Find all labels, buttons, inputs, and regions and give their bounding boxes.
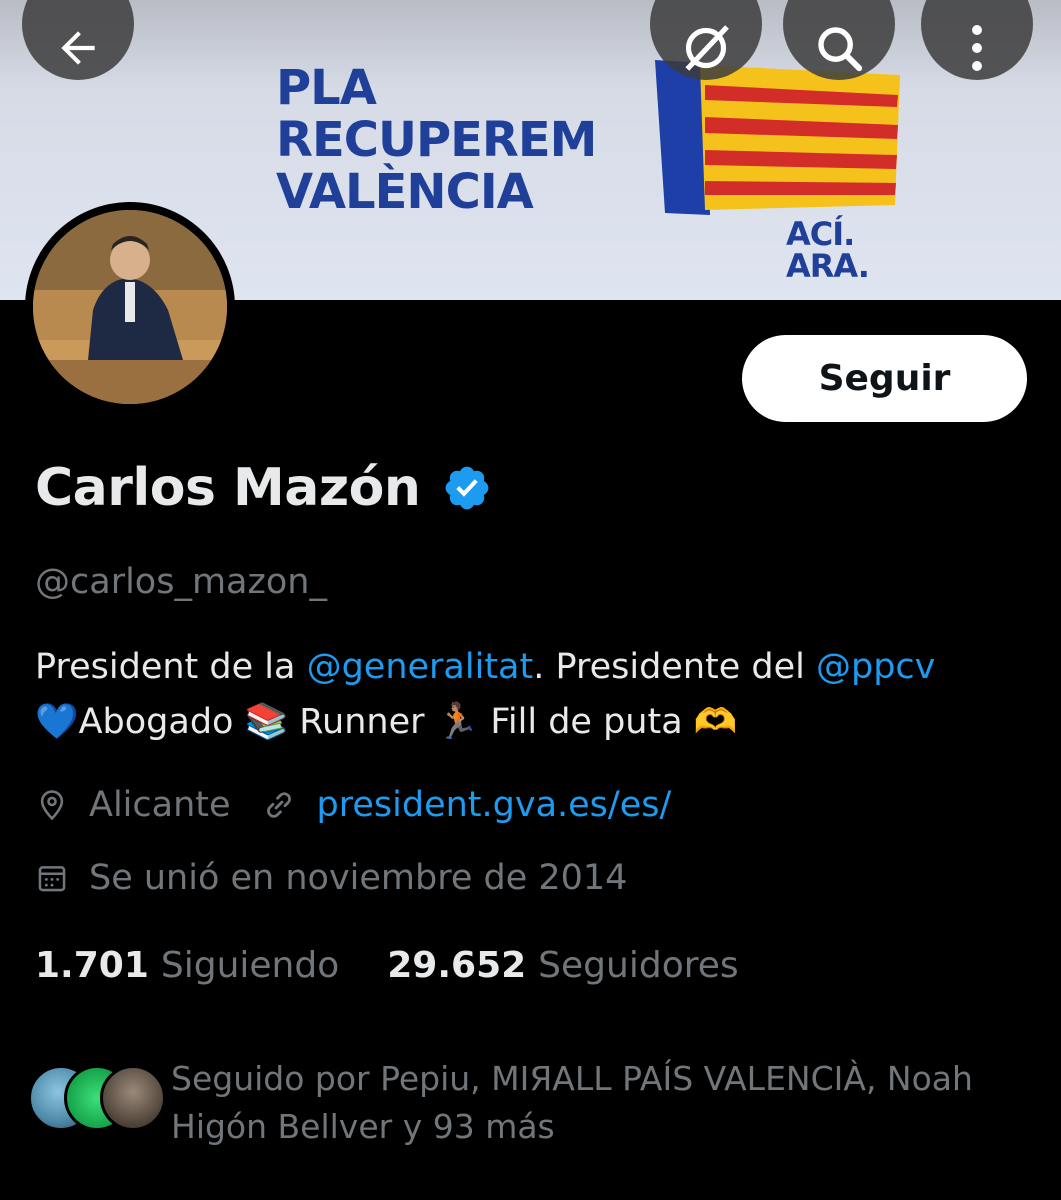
follower-avatars — [28, 1065, 166, 1135]
more-vertical-icon — [972, 25, 982, 71]
banner-line-1: PLA — [276, 60, 377, 116]
banner-tag-line-1: ACÍ. — [786, 215, 855, 253]
location-pin-icon — [40, 790, 64, 821]
profile-avatar[interactable] — [25, 202, 235, 412]
bio-text-1: President de la — [35, 647, 307, 687]
mention-generalitat[interactable]: @generalitat — [307, 647, 534, 687]
bio-text-2: . Presidente del — [533, 647, 816, 687]
valencian-flag-graphic — [655, 60, 900, 215]
profile-name-row: Carlos Mazón — [35, 458, 492, 518]
avatar-photo — [33, 210, 227, 404]
profile-bio: President de la @generalitat. Presidente… — [35, 640, 1035, 750]
avatar-image — [33, 210, 227, 404]
grok-icon — [685, 25, 729, 71]
profile-meta-joined-row: Se unió en noviembre de 2014 — [35, 858, 627, 898]
banner-line-3: VALÈNCIA — [276, 164, 534, 220]
following-count: 1.701 — [35, 945, 149, 986]
profile-website-link[interactable]: president.gva.es/es/ — [317, 785, 672, 825]
profile-handle: @carlos_mazon_ — [35, 562, 327, 602]
profile-joined-date: Se unió en noviembre de 2014 — [89, 858, 628, 898]
follow-button[interactable]: Seguir — [742, 335, 1027, 422]
profile-stats: 1.701 Siguiendo 29.652 Seguidores — [35, 945, 787, 986]
banner-tag-line-2: ARA. — [786, 247, 870, 285]
followers-label: Seguidores — [538, 945, 739, 986]
banner-tagline: ACÍ. ARA. — [786, 215, 870, 285]
bio-line-2: 💙Abogado 📚 Runner 🏃🏽 Fill de puta 🫶 — [35, 702, 738, 742]
profile-meta-location-row: Alicante president.gva.es/es/ — [35, 785, 671, 825]
followed-by-text: Seguido por Pepiu, MIЯALL PAÍS VALENCIÀ,… — [171, 1059, 973, 1146]
following-stat[interactable]: 1.701 Siguiendo — [35, 945, 339, 986]
arrow-left-icon — [61, 31, 95, 65]
search-icon — [818, 27, 863, 72]
verified-badge-icon[interactable] — [442, 463, 492, 513]
following-label: Siguiendo — [160, 945, 340, 986]
followers-stat[interactable]: 29.652 Seguidores — [387, 945, 738, 986]
profile-location: Alicante — [89, 785, 231, 825]
mention-ppcv[interactable]: @ppcv — [816, 647, 935, 687]
followers-count: 29.652 — [387, 945, 527, 986]
banner-slogan: PLA RECUPEREM VALÈNCIA — [276, 60, 597, 220]
link-icon — [266, 792, 291, 818]
profile-name: Carlos Mazón — [35, 458, 421, 518]
banner-line-2: RECUPEREM — [276, 112, 597, 168]
follower-avatar-3 — [100, 1065, 166, 1131]
calendar-icon — [38, 866, 66, 892]
bio-line-1: President de la @generalitat. Presidente… — [35, 640, 1035, 695]
